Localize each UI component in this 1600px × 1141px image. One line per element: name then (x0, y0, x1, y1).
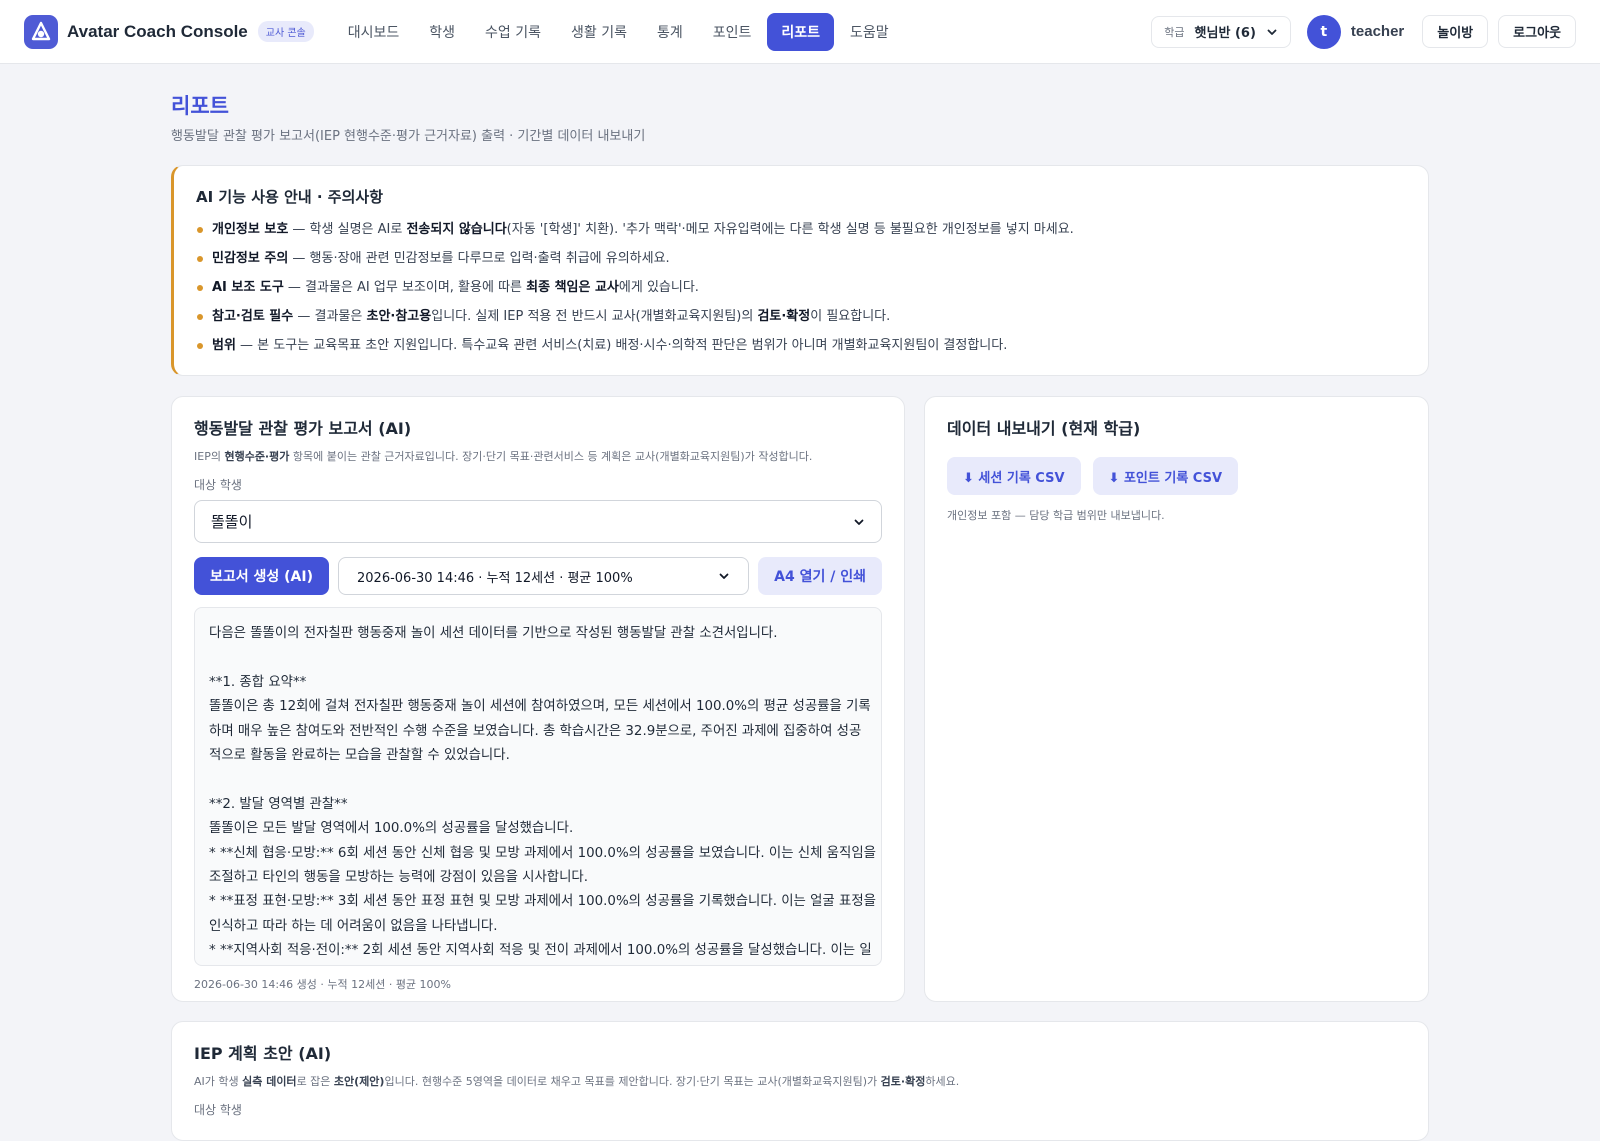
chevron-down-icon (854, 519, 864, 525)
report-card-description: IEP의 현행수준·평가 항목에 붙이는 관찰 근거자료입니다. 장기·단기 목… (194, 450, 813, 463)
page-title: 리포트 (171, 94, 229, 118)
report-line: 적으로 활동을 완료하는 모습을 관찰할 수 있었습니다. (209, 747, 510, 763)
report-line: * **지역사회 적응·전이:** 2회 세션 동안 지역사회 적응 및 전이 … (209, 943, 872, 959)
student-select-value: 똘똘이 (211, 513, 253, 531)
report-action-row: 보고서 생성 (AI) 2026-06-30 14:46 · 누적 12세션 ·… (194, 557, 882, 595)
username: teacher (1350, 23, 1405, 40)
report-history-value: 2026-06-30 14:46 · 누적 12세션 · 평균 100% (357, 570, 633, 586)
report-card-title: 행동발달 관찰 평가 보고서 (AI) (194, 419, 412, 438)
report-line: * **표정 표현·모방:** 3회 세션 동안 표정 표현 및 모방 과제에서… (209, 894, 876, 910)
iep-card-description: AI가 학생 실측 데이터로 잡은 초안(제안)입니다. 현행수준 5영역을 데… (194, 1075, 960, 1088)
class-selector-value: 햇님반 (6) (1194, 26, 1256, 41)
nav-item-students[interactable]: 학생 (415, 13, 469, 51)
report-line: 조절하고 타인의 행동을 모방하는 능력에 강점이 있음을 시사합니다. (209, 869, 588, 885)
notice-item: AI 보조 도구 — 결과물은 AI 업무 보조이며, 활용에 따른 최종 책임… (196, 277, 1406, 306)
notice-item: 참고·검토 필수 — 결과물은 초안·참고용입니다. 실제 IEP 적용 전 반… (196, 306, 1406, 335)
point-csv-button[interactable]: ⬇ 포인트 기록 CSV (1092, 457, 1239, 495)
main-nav: 대시보드 학생 수업 기록 생활 기록 통계 포인트 리포트 도움말 (334, 12, 903, 51)
app-title: Avatar Coach Console (67, 21, 248, 41)
report-line: 하며 매우 높은 참여도와 전반적인 수행 수준을 보였습니다. 총 학습시간은… (209, 723, 862, 739)
report-line: **2. 발달 영역별 관찰** (209, 796, 348, 812)
chevron-down-icon (719, 573, 729, 579)
report-line (209, 646, 867, 670)
ai-usage-notice: AI 기능 사용 안내 · 주의사항 개인정보 보호 — 학생 실명은 AI로 … (171, 165, 1429, 376)
nav-item-class-records[interactable]: 수업 기록 (471, 13, 555, 51)
student-select[interactable]: 똘똘이 (194, 500, 882, 543)
notice-list: 개인정보 보호 — 학생 실명은 AI로 전송되지 않습니다(자동 '[학생]'… (196, 219, 1406, 364)
topbar-right: 학급 햇님반 (6) t teacher 놀이방 로그아웃 (1151, 14, 1576, 49)
page-subtitle: 행동발달 관찰 평가 보고서(IEP 현행수준·평가 근거자료) 출력 · 기간… (171, 129, 646, 144)
export-card-title: 데이터 내보내기 (현재 학급) (947, 419, 1141, 438)
class-selector[interactable]: 학급 햇님반 (6) (1151, 15, 1291, 48)
iep-draft-card: IEP 계획 초안 (AI) AI가 학생 실측 데이터로 잡은 초안(제안)입… (171, 1021, 1429, 1141)
notice-item: 범위 — 본 도구는 교육목표 초안 지원입니다. 특수교육 관련 서비스(치료… (196, 335, 1406, 364)
nav-item-points[interactable]: 포인트 (699, 13, 766, 51)
report-line (209, 768, 867, 792)
nav-item-statistics[interactable]: 통계 (643, 13, 697, 51)
avatar[interactable]: t (1306, 14, 1341, 49)
report-generated-info: 2026-06-30 14:46 생성 · 누적 12세션 · 평균 100% (194, 978, 451, 991)
report-text-area[interactable]: 다음은 똘똘이의 전자칠판 행동중재 놀이 세션 데이터를 기반으로 작성된 행… (194, 607, 882, 966)
top-navigation-bar: Avatar Coach Console 교사 콘솔 대시보드 학생 수업 기록… (0, 0, 1600, 64)
notice-title: AI 기능 사용 안내 · 주의사항 (196, 188, 383, 206)
report-line: * **신체 협응·모방:** 6회 세션 동안 신체 협응 및 모방 과제에서… (209, 845, 876, 861)
notice-item: 민감정보 주의 — 행동·장애 관련 민감정보를 다루므로 입력·출력 취급에 … (196, 248, 1406, 277)
nav-item-help[interactable]: 도움말 (836, 13, 903, 51)
chevron-down-icon (1267, 29, 1277, 35)
teacher-console-badge: 교사 콘솔 (257, 21, 314, 42)
nav-item-life-records[interactable]: 생활 기록 (557, 13, 641, 51)
report-history-select[interactable]: 2026-06-30 14:46 · 누적 12세션 · 평균 100% (338, 557, 750, 595)
data-export-card: 데이터 내보내기 (현재 학급) ⬇ 세션 기록 CSV ⬇ 포인트 기록 CS… (924, 396, 1429, 1002)
iep-target-student-label: 대상 학생 (194, 1103, 242, 1117)
report-line: 똘똘이은 모든 발달 영역에서 100.0%의 성공률을 달성했습니다. (209, 821, 574, 837)
export-note: 개인정보 포함 — 담당 학급 범위만 내보냅니다. (947, 509, 1165, 522)
session-csv-button[interactable]: ⬇ 세션 기록 CSV (947, 457, 1081, 495)
generate-report-button[interactable]: 보고서 생성 (AI) (194, 557, 329, 595)
report-line: **1. 종합 요약** (209, 674, 307, 690)
behavior-report-card: 행동발달 관찰 평가 보고서 (AI) IEP의 현행수준·평가 항목에 붙이는… (171, 396, 905, 1002)
report-line: 다음은 똘똘이의 전자칠판 행동중재 놀이 세션 데이터를 기반으로 작성된 행… (209, 626, 778, 641)
class-selector-label: 학급 (1164, 25, 1185, 39)
iep-card-title: IEP 계획 초안 (AI) (194, 1044, 332, 1063)
nav-item-dashboard[interactable]: 대시보드 (334, 13, 414, 51)
playroom-button[interactable]: 놀이방 (1422, 15, 1489, 48)
report-line: 똘똘이은 총 12회에 걸쳐 전자칠판 행동중재 놀이 세션에 참여하였으며, … (209, 699, 871, 715)
app-logo-icon (24, 14, 58, 49)
report-line: 인식하고 따라 하는 데 어려움이 없음을 나타냅니다. (209, 918, 498, 934)
target-student-label: 대상 학생 (194, 478, 242, 492)
notice-item: 개인정보 보호 — 학생 실명은 AI로 전송되지 않습니다(자동 '[학생]'… (196, 219, 1406, 248)
nav-item-reports[interactable]: 리포트 (767, 12, 835, 51)
export-button-row: ⬇ 세션 기록 CSV ⬇ 포인트 기록 CSV (947, 457, 1406, 495)
logout-button[interactable]: 로그아웃 (1498, 15, 1576, 48)
print-a4-button[interactable]: A4 열기 / 인쇄 (758, 557, 882, 595)
